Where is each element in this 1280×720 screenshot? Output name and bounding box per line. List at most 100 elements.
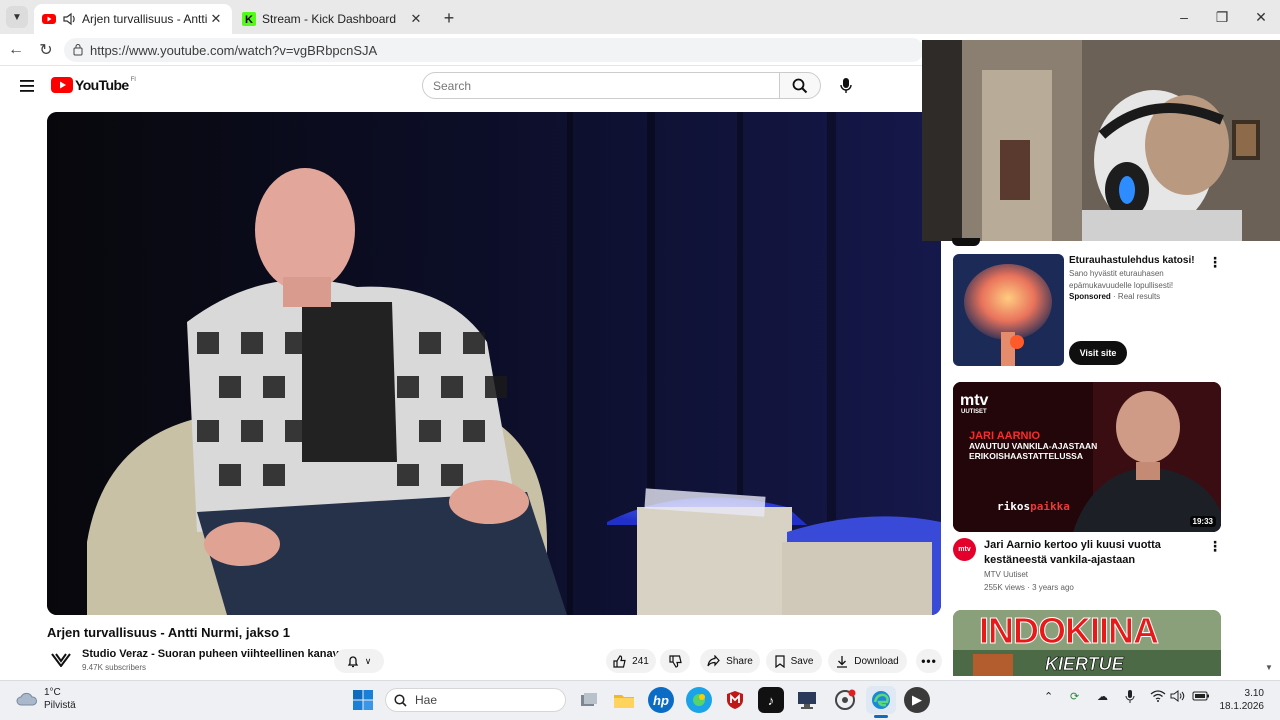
more-actions-button[interactable]: ••• (916, 649, 942, 673)
thumbs-up-icon (613, 654, 626, 668)
window-close-button[interactable]: ✕ (1242, 0, 1280, 34)
thumb-headline-2: AVAUTUU VANKILA-AJASTAAN (969, 441, 1098, 451)
youtube-logo[interactable]: YouTube FI (51, 77, 136, 93)
hp-app-icon[interactable]: hp (648, 687, 674, 713)
logo-text: YouTube (75, 77, 129, 93)
chevron-down-icon: ∨ (364, 655, 372, 666)
share-icon (707, 655, 720, 667)
channel-name[interactable]: Studio Veraz - Suoran puheen viihteellin… (82, 648, 345, 660)
video-stats: 255K views · 3 years ago (984, 583, 1074, 592)
streaming-app-icon[interactable] (832, 687, 858, 713)
close-icon[interactable]: ✕ (208, 11, 224, 27)
video-channel-name[interactable]: MTV Uutiset (984, 570, 1028, 579)
windows-logo-icon (353, 690, 373, 710)
dislike-button[interactable] (660, 649, 690, 673)
ad-more-button[interactable]: ⋮ (1208, 254, 1222, 270)
thumb-headline-1: INDOKIINA (979, 610, 1160, 652)
bell-icon (347, 655, 358, 667)
wifi-icon[interactable] (1150, 690, 1166, 705)
tiktok-icon[interactable]: ♪ (758, 687, 784, 713)
ad-sponsor-line: Sponsored · Real results (1069, 292, 1160, 301)
speaker-icon[interactable] (62, 12, 76, 26)
share-label: Share (726, 655, 753, 667)
video-more-button[interactable]: ⋮ (1208, 538, 1222, 554)
subscriber-count: 9.47K subscribers (82, 663, 147, 672)
tab-kick[interactable]: K Stream - Kick Dashboard ✕ (234, 4, 432, 34)
video-thumbnail[interactable]: INDOKIINA KIERTUE (953, 610, 1221, 676)
url-text: https://www.youtube.com/watch?v=vgBRbpcn… (90, 42, 378, 58)
obs-icon[interactable] (794, 687, 820, 713)
minimize-button[interactable]: – (1165, 0, 1203, 34)
download-icon (837, 655, 848, 668)
media-player-icon[interactable]: ▶ (904, 687, 930, 713)
onedrive-icon[interactable]: ☁ (1097, 690, 1108, 703)
menu-icon[interactable] (20, 79, 34, 92)
weather-text: 1°C Pilvistä (44, 686, 76, 712)
video-frame (47, 112, 941, 615)
refresh-button[interactable]: ↻ (36, 40, 56, 60)
youtube-logo-icon (51, 77, 73, 93)
ad-title[interactable]: Eturauhastulehdus katosi! (1069, 253, 1195, 268)
edge-browser-icon[interactable] (866, 686, 896, 714)
start-button[interactable] (352, 689, 374, 711)
weather-desc: Pilvistä (44, 700, 76, 711)
webcam-overlay (922, 40, 1280, 241)
mcafee-icon[interactable] (722, 687, 748, 713)
download-button[interactable]: Download (828, 649, 907, 673)
thumb-brand-b: paikka (1030, 500, 1070, 513)
thumb-brand-a: rikos (997, 500, 1031, 513)
voice-search-button[interactable] (832, 72, 859, 99)
url-field[interactable]: https://www.youtube.com/watch?v=vgBRbpcn… (64, 38, 924, 62)
volume-icon[interactable] (1170, 690, 1186, 705)
tab-youtube[interactable]: Arjen turvallisuus - Antti Nurmi ✕ (34, 4, 232, 34)
scrollbar-down-arrow[interactable]: ▼ (1265, 663, 1273, 672)
tab-list-button[interactable]: ▼ (6, 6, 28, 28)
weather-temp: 1°C (44, 687, 61, 698)
channel-avatar[interactable] (50, 649, 72, 671)
youtube-favicon-icon (42, 12, 56, 26)
show-hidden-icons-button[interactable]: ⌃ (1044, 690, 1053, 703)
ad-thumbnail[interactable] (953, 254, 1064, 366)
close-icon[interactable]: ✕ (408, 11, 424, 27)
thumb-logo-sub: UUTISET (961, 409, 987, 415)
cloud-icon (16, 692, 37, 706)
thumb-logo: mtv (960, 392, 989, 409)
microphone-icon[interactable] (1125, 690, 1135, 707)
duration-badge: 19:33 (1189, 516, 1216, 527)
video-player[interactable] (47, 112, 941, 615)
kick-favicon-icon: K (242, 12, 256, 26)
sidebar-chip-partial[interactable] (952, 238, 980, 246)
sync-icon[interactable]: ⟳ (1070, 690, 1079, 703)
clock[interactable]: 3.10 18.1.2026 (1218, 687, 1265, 713)
new-tab-button[interactable]: + (439, 8, 459, 28)
notification-bell-button[interactable]: ∨ (334, 649, 384, 673)
search-input[interactable]: Search (422, 72, 780, 99)
taskbar-search-input[interactable]: Hae (385, 688, 566, 712)
maximize-button[interactable]: ❐ (1203, 0, 1241, 34)
weather-widget[interactable]: 1°C Pilvistä (16, 686, 76, 712)
search-button[interactable] (779, 72, 821, 99)
thumb-headline-2: KIERTUE (1045, 654, 1124, 675)
channel-avatar[interactable]: mtv (953, 538, 976, 561)
visit-site-button[interactable]: Visit site (1069, 341, 1127, 365)
separator-dot: · (1113, 292, 1116, 301)
ad-description: Sano hyvästit eturauhasen epämukavuudell… (1069, 269, 1174, 290)
like-button[interactable]: 241 (606, 649, 656, 673)
back-button[interactable]: ← (6, 40, 26, 60)
thumb-headline-3: ERIKOISHAASTATTELUSSA (969, 451, 1083, 461)
task-view-icon[interactable] (576, 687, 602, 713)
region-code: FI (130, 77, 136, 83)
clock-date: 18.1.2026 (1219, 701, 1265, 712)
windows-taskbar (0, 680, 1280, 720)
save-button[interactable]: Save (766, 649, 822, 673)
share-button[interactable]: Share (700, 649, 760, 673)
video-thumbnail[interactable]: mtv UUTISET JARI AARNIO AVAUTUU VANKILA-… (953, 382, 1221, 532)
file-explorer-icon[interactable] (611, 687, 637, 713)
clock-time: 3.10 (1244, 688, 1264, 699)
battery-icon[interactable] (1192, 690, 1210, 705)
site-info-icon[interactable] (72, 43, 84, 59)
colorful-app-icon[interactable] (686, 687, 712, 713)
video-title-link[interactable]: Jari Aarnio kertoo yli kuusi vuotta kest… (984, 538, 1194, 568)
more-horizontal-icon: ••• (921, 654, 937, 668)
thumbs-down-icon (668, 654, 682, 668)
